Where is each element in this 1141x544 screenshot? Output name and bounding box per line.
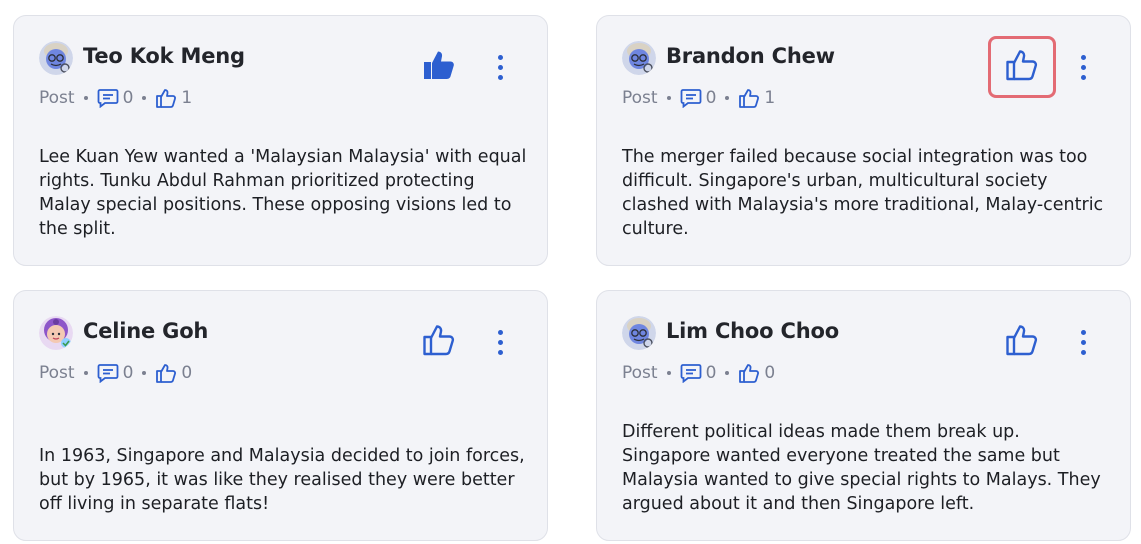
comment-count: 0 [97, 88, 134, 108]
like-count: 0 [738, 363, 775, 383]
more-options-button[interactable] [1071, 325, 1095, 359]
separator-dot [666, 96, 671, 100]
thumbs-up-filled-icon [422, 49, 456, 85]
more-options-button[interactable] [488, 50, 512, 84]
comment-count: 0 [680, 88, 717, 108]
like-button[interactable] [988, 311, 1056, 373]
comment-count-value: 0 [705, 363, 717, 383]
like-button[interactable] [405, 311, 473, 373]
comment-count-value: 0 [705, 88, 717, 108]
post-card: Brandon Chew Post 0 1 The merger failed … [596, 15, 1131, 266]
comment-count: 0 [97, 363, 134, 383]
separator-dot [725, 371, 730, 375]
separator-dot [142, 96, 147, 100]
author-name: Brandon Chew [666, 44, 835, 68]
post-type-label: Post [622, 88, 658, 108]
post-meta: Post 0 0 [39, 361, 192, 385]
thumbs-up-icon [738, 88, 760, 108]
post-type-label: Post [39, 363, 75, 383]
post-body: Lee Kuan Yew wanted a 'Malaysian Malaysi… [39, 147, 527, 239]
like-button[interactable] [988, 36, 1056, 98]
post-type-label: Post [39, 88, 75, 108]
like-button[interactable] [405, 36, 473, 98]
comment-icon [97, 363, 119, 383]
post-body: In 1963, Singapore and Malaysia decided … [39, 446, 525, 514]
more-options-button[interactable] [488, 325, 512, 359]
more-options-button[interactable] [1071, 50, 1095, 84]
comment-count-value: 0 [122, 363, 134, 383]
comment-count-value: 0 [122, 88, 134, 108]
post-meta: Post 0 1 [622, 86, 775, 110]
thumbs-up-icon [155, 363, 177, 383]
comment-icon [680, 88, 702, 108]
separator-dot [666, 371, 671, 375]
like-count-value: 0 [764, 363, 776, 383]
elderly-man-avatar-icon [39, 41, 73, 75]
like-count-value: 0 [181, 363, 193, 383]
like-count: 1 [155, 88, 192, 108]
post-board: Teo Kok Meng Post 0 1 Lee Kuan Yew wante… [0, 0, 1141, 544]
comment-count: 0 [680, 363, 717, 383]
like-count: 0 [155, 363, 192, 383]
post-meta: Post 0 0 [622, 361, 775, 385]
separator-dot [725, 96, 730, 100]
elderly-man-avatar-icon [622, 41, 656, 75]
post-card: Lim Choo Choo Post 0 0 Different politic… [596, 290, 1131, 541]
thumbs-up-icon [1005, 49, 1039, 85]
comment-icon [680, 363, 702, 383]
post-meta: Post 0 1 [39, 86, 192, 110]
like-count: 1 [738, 88, 775, 108]
elderly-man-avatar-icon [622, 316, 656, 350]
post-card: Teo Kok Meng Post 0 1 Lee Kuan Yew wante… [13, 15, 548, 266]
post-body: The merger failed because social integra… [622, 147, 1104, 239]
author-name: Lim Choo Choo [666, 319, 839, 343]
author-name: Teo Kok Meng [83, 44, 245, 68]
post-body: Different political ideas made them brea… [622, 422, 1101, 514]
author-name: Celine Goh [83, 319, 209, 343]
post-card: Celine Goh Post 0 0 In 1963, Singapore a… [13, 290, 548, 541]
post-type-label: Post [622, 363, 658, 383]
separator-dot [83, 371, 88, 375]
thumbs-up-icon [1005, 324, 1039, 360]
separator-dot [142, 371, 147, 375]
like-count-value: 1 [764, 88, 776, 108]
separator-dot [83, 96, 88, 100]
thumbs-up-icon [155, 88, 177, 108]
thumbs-up-icon [738, 363, 760, 383]
like-count-value: 1 [181, 88, 193, 108]
woman-avatar-icon [39, 316, 73, 350]
thumbs-up-icon [422, 324, 456, 360]
comment-icon [97, 88, 119, 108]
